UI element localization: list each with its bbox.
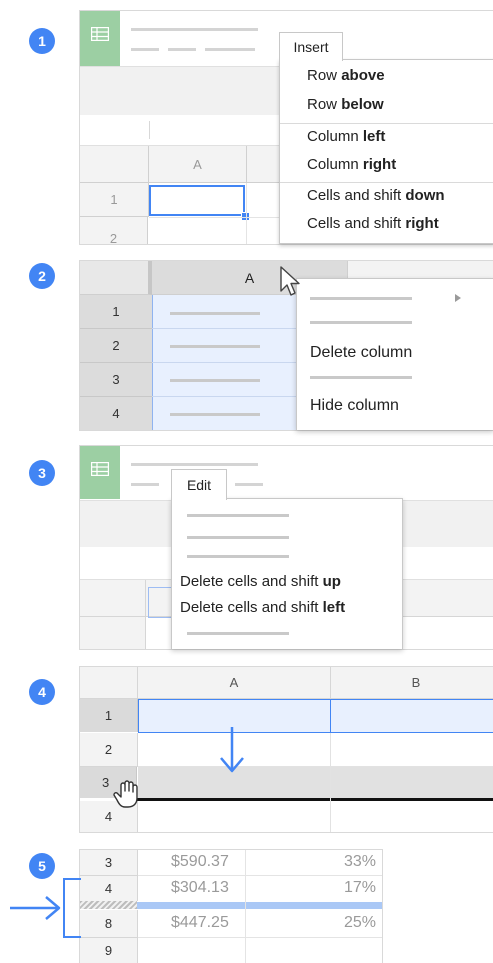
step-4-badge: 4 [29,679,55,705]
cell-percent[interactable]: 25% [344,914,376,932]
menu-item-column-left[interactable]: Column left [307,128,385,145]
row-1-selected[interactable] [138,699,493,733]
mouse-pointer-icon [280,266,300,303]
menu-item-delete-column[interactable]: Delete column [310,344,412,362]
corner-cell [80,261,152,295]
column-header-b[interactable]: B [331,667,493,699]
menu-item-delete-shift-left[interactable]: Delete cells and shift left [180,599,345,616]
row-header-3[interactable]: 3 [80,850,138,876]
menu-placeholder [131,48,159,51]
column-header-a[interactable]: A [138,667,331,699]
row-3-dragging[interactable] [138,767,493,798]
column-context-menu: Delete column Hide column [296,278,493,430]
edit-menu-tab[interactable]: Edit [171,469,227,500]
row-header-4[interactable]: 4 [80,876,138,901]
step-2-badge: 2 [29,263,55,289]
menu-item-column-right[interactable]: Column right [307,156,396,173]
menu-item-cells-shift-down[interactable]: Cells and shift down [307,187,445,204]
step-3-badge: 3 [29,460,55,486]
submenu-arrow-icon [455,294,461,302]
row-header-4[interactable]: 4 [80,397,152,430]
row-header-9[interactable]: 9 [80,938,138,963]
row-header-2[interactable]: 2 [80,329,152,363]
menu-separator [280,123,493,124]
down-arrow-icon [218,725,246,780]
cell-amount[interactable]: $447.25 [171,914,229,932]
row-header-2[interactable]: 2 [80,733,138,767]
insert-menu: Row above Row below Column left Column r… [279,59,493,244]
cell-percent[interactable]: 33% [344,853,376,871]
sheets-logo-icon [80,446,120,499]
row-header-1[interactable]: 1 [80,295,152,329]
step-5-panel: 3 $590.37 33% 4 $304.13 17% 8 $447.25 25… [79,849,383,963]
step-1-badge: 1 [29,28,55,54]
cell-amount[interactable]: $304.13 [171,879,229,897]
cell-a1-selected[interactable] [149,185,245,216]
menu-item-row-below[interactable]: Row below [307,96,384,113]
cell-percent[interactable]: 17% [344,879,376,897]
row-header-2[interactable]: 2 [80,217,148,244]
hidden-rows-indicator[interactable] [80,901,137,909]
step-5-badge: 5 [29,853,55,879]
sheets-logo-icon [80,11,120,66]
row-header-1[interactable]: 1 [80,699,138,732]
title-placeholder [131,28,258,31]
hidden-rows-bracket [63,878,81,938]
menu-placeholder [205,48,255,51]
insert-menu-tab[interactable]: Insert [279,32,343,61]
column-header-a[interactable]: A [149,146,247,183]
menu-item-hide-column[interactable]: Hide column [310,397,399,415]
menu-item-cells-shift-right[interactable]: Cells and shift right [307,215,439,232]
row-header-3[interactable]: 3 [80,363,152,397]
menu-item-delete-shift-up[interactable]: Delete cells and shift up [180,573,341,590]
menu-item-row-above[interactable]: Row above [307,67,385,84]
menu-placeholder [168,48,196,51]
row-header-8[interactable]: 8 [80,910,138,938]
hidden-rows-divider [137,902,382,909]
right-arrow-icon [8,895,62,926]
edit-menu: Delete cells and shift up Delete cells a… [171,498,403,649]
corner-cell [80,146,149,183]
drop-indicator-line [120,798,493,801]
menu-separator [280,182,493,183]
row-header-1[interactable]: 1 [80,183,149,217]
grab-hand-cursor-icon [112,780,146,815]
cell-amount[interactable]: $590.37 [171,853,229,871]
